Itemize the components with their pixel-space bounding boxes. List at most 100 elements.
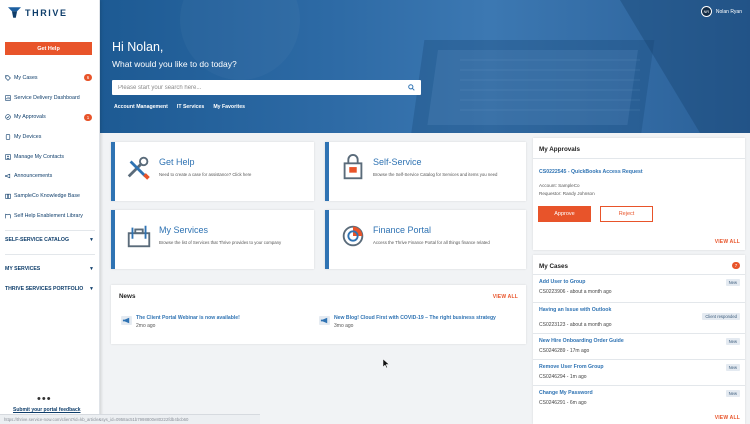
thrive-logo-icon <box>8 7 21 18</box>
sidebar-item-library[interactable]: Self Help Enablement Library <box>0 206 100 226</box>
news-item-title[interactable]: New Blog! Cloud First with COVID-19 – Th… <box>334 315 496 321</box>
sidebar-item-label: Service Delivery Dashboard <box>14 94 80 101</box>
brand-logo[interactable]: THRIVE <box>8 6 68 19</box>
approve-button[interactable]: Approve <box>538 206 591 222</box>
case-title[interactable]: Having an Issue with Outlook <box>539 307 611 313</box>
shopping-bag-icon <box>343 154 363 180</box>
divider <box>533 158 745 159</box>
sidebar-section-self-service-catalog[interactable]: SELF-SERVICE CATALOG ▼ <box>0 233 100 247</box>
portal-feedback-link[interactable]: Submit your portal feedback <box>13 407 81 413</box>
sidebar-item-approvals[interactable]: My Approvals 1 <box>0 107 100 127</box>
case-title[interactable]: Change My Password <box>539 390 593 396</box>
user-menu[interactable]: NR Nolan Ryan <box>700 6 742 17</box>
sidebar-item-announcements[interactable]: Announcements <box>0 166 100 186</box>
pie-chart-icon <box>342 225 364 247</box>
status-badge: New <box>725 390 740 397</box>
sidebar: THRIVE Get Help My Cases 6 Service Deliv… <box>0 0 100 424</box>
sidebar-item-label: Announcements <box>14 173 53 180</box>
news-item-time: 2mo ago <box>136 323 156 329</box>
case-meta: CS0223906 - about a month ago <box>539 289 612 295</box>
search-bar <box>112 80 421 95</box>
sidebar-item-knowledge-base[interactable]: SampleCo Knowledge Base <box>0 186 100 206</box>
sidebar-item-label: My Devices <box>14 133 42 140</box>
approvals-view-all-link[interactable]: VIEW ALL <box>715 239 740 245</box>
case-title[interactable]: New Hire Onboarding Order Guide <box>539 338 624 344</box>
section-label: THRIVE SERVICES PORTFOLIO <box>5 286 84 292</box>
sidebar-item-my-cases[interactable]: My Cases 6 <box>0 68 100 88</box>
sidebar-item-contacts[interactable]: Manage My Contacts <box>0 147 100 167</box>
case-title[interactable]: Add User to Group <box>539 279 585 285</box>
status-badge: Client responded <box>702 313 740 320</box>
book-icon <box>5 193 11 199</box>
news-item[interactable]: The Client Portal Webinar is now availab… <box>121 315 240 329</box>
sidebar-item-devices[interactable]: My Devices <box>0 127 100 147</box>
chevron-down-icon: ▼ <box>89 266 94 272</box>
sidebar-section-my-services[interactable]: MY SERVICES ▼ <box>0 262 100 276</box>
cases-view-all-link[interactable]: VIEW ALL <box>715 415 740 421</box>
card-title: Finance Portal <box>373 225 432 235</box>
brand-name: THRIVE <box>25 7 68 18</box>
sidebar-item-label: My Cases <box>14 74 38 81</box>
case-meta: CS0223123 - about a month ago <box>539 322 612 328</box>
sidebar-item-label: Manage My Contacts <box>14 153 65 160</box>
device-icon <box>5 134 11 140</box>
cases-count-badge: 7 <box>732 262 740 269</box>
case-meta: CS0246291 - 6m ago <box>539 400 587 406</box>
news-item[interactable]: New Blog! Cloud First with COVID-19 – Th… <box>319 315 496 329</box>
divider <box>533 385 745 386</box>
search-input[interactable] <box>112 84 402 91</box>
get-help-button[interactable]: Get Help <box>5 42 92 55</box>
user-name: Nolan Ryan <box>715 8 742 15</box>
card-self-service[interactable]: Self-Service Browse the Self-Service Cat… <box>325 142 526 201</box>
status-badge: New <box>725 364 740 371</box>
card-my-services[interactable]: My Services Browse the list of Services … <box>111 210 314 269</box>
case-meta: CS0246289 - 17m ago <box>539 348 590 354</box>
toolbox-icon <box>127 225 151 248</box>
case-meta: CS0246294 - 1m ago <box>539 374 587 380</box>
divider <box>5 230 95 231</box>
cases-count-badge: 6 <box>84 74 92 82</box>
quick-link-my-favorites[interactable]: My Favorites <box>213 104 245 110</box>
sidebar-item-dashboard[interactable]: Service Delivery Dashboard <box>0 88 100 108</box>
hero-banner: NR Nolan Ryan Hi Nolan, What would you l… <box>100 0 750 133</box>
case-row[interactable]: Having an Issue with Outlook Client resp… <box>533 305 745 333</box>
status-badge: New <box>725 279 740 286</box>
avatar: NR <box>700 6 712 17</box>
card-title: Self-Service <box>373 157 422 167</box>
approval-account: Account: SampleCo <box>539 183 580 188</box>
mouse-cursor-icon <box>383 359 390 368</box>
card-description: Browse the list of Services that Thrive … <box>159 240 282 245</box>
news-item-title[interactable]: The Client Portal Webinar is now availab… <box>136 315 240 321</box>
news-view-all-link[interactable]: VIEW ALL <box>493 294 518 300</box>
sidebar-item-label: Self Help Enablement Library <box>14 212 83 219</box>
card-finance-portal[interactable]: Finance Portal Access the Thrive Finance… <box>325 210 526 269</box>
quick-link-it-services[interactable]: IT Services <box>177 104 204 110</box>
check-circle-icon <box>5 114 11 120</box>
cases-panel: My Cases 7 Add User to Group CS0223906 -… <box>533 255 745 424</box>
tools-icon <box>127 156 150 180</box>
status-badge: New <box>725 338 740 345</box>
card-get-help[interactable]: Get Help Need to create a case for assis… <box>111 142 314 201</box>
section-label: MY SERVICES <box>5 266 41 272</box>
section-label: SELF-SERVICE CATALOG <box>5 237 69 243</box>
case-row[interactable]: Add User to Group CS0223906 - about a mo… <box>533 277 745 305</box>
sidebar-section-services-portfolio[interactable]: THRIVE SERVICES PORTFOLIO ▼ <box>0 282 100 296</box>
library-icon <box>5 213 11 219</box>
more-options-icon[interactable]: ••• <box>37 393 52 405</box>
search-icon[interactable] <box>408 84 415 91</box>
card-description: Browse the Self-Service Catalog for Serv… <box>373 172 498 177</box>
megaphone-icon <box>319 316 330 325</box>
greeting-title: Hi Nolan, <box>112 40 164 54</box>
card-description: Need to create a case for assistance? Cl… <box>159 172 252 177</box>
divider <box>5 254 95 255</box>
approval-item-title[interactable]: CS0222545 - QuickBooks Access Request <box>539 169 643 175</box>
news-title: News <box>119 293 136 300</box>
quick-link-account-management[interactable]: Account Management <box>114 104 168 110</box>
dashboard-icon <box>5 94 11 101</box>
reject-button[interactable]: Reject <box>600 206 653 222</box>
sidebar-item-label: SampleCo Knowledge Base <box>14 192 80 199</box>
case-title[interactable]: Remove User From Group <box>539 364 604 370</box>
case-row[interactable]: Change My Password CS0246291 - 6m ago Ne… <box>533 388 745 416</box>
approvals-panel: My Approvals CS0222545 - QuickBooks Acce… <box>533 138 745 250</box>
sidebar-nav: My Cases 6 Service Delivery Dashboard My… <box>0 68 100 226</box>
